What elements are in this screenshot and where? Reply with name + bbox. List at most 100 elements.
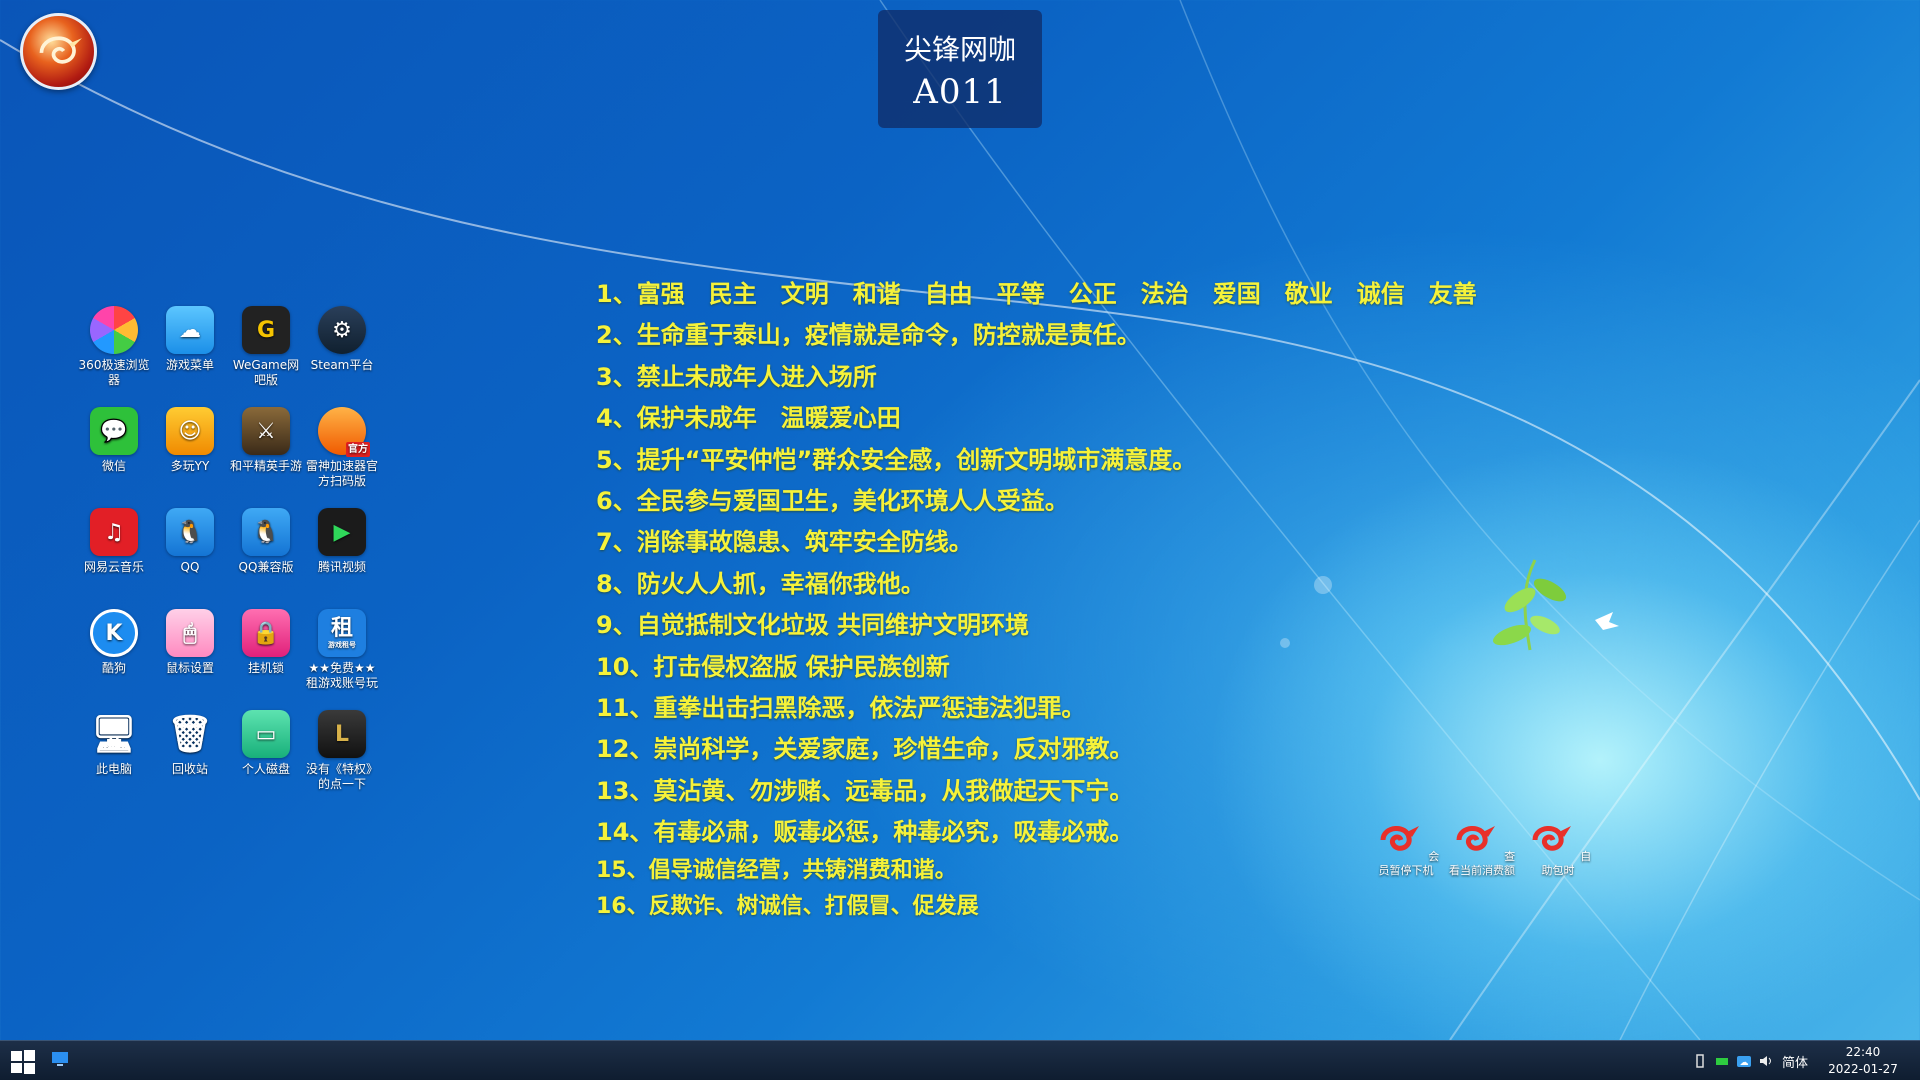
- svg-text:☁: ☁: [1740, 1058, 1749, 1068]
- privilege-icon: L: [318, 710, 366, 758]
- desktop-icon-wechat[interactable]: 💬 微信: [76, 407, 152, 474]
- seat-number: A011: [913, 72, 1007, 112]
- desktop-icon-rent-account[interactable]: 租 游戏租号 ★★免费★★租游戏账号玩: [304, 609, 380, 691]
- qq-icon: 🐧: [166, 508, 214, 556]
- slogan-item: 15、倡导诚信经营，共铸消费和谐。: [596, 858, 957, 884]
- desktop-icon-qq[interactable]: 🐧 QQ: [152, 508, 228, 575]
- ime-indicator[interactable]: 简体: [1782, 1052, 1808, 1071]
- desktop-icon-game-menu[interactable]: ☁ 游戏菜单: [152, 306, 228, 373]
- taskbar-clock[interactable]: 22:40 2022-01-27: [1820, 1044, 1906, 1078]
- slogan-item: 14、有毒必肃，贩毒必惩，种毒必究，吸毒必戒。: [596, 818, 1134, 847]
- desktop-icon-label: 挂机锁: [247, 661, 284, 675]
- desktop-icon-personal-disk[interactable]: ▭ 个人磁盘: [228, 710, 304, 777]
- slogan-item: 13、莫沾黄、勿涉赌、远毒品，从我做起天下宁。: [596, 776, 1134, 805]
- view-consumption-button[interactable]: 查看当前消费额: [1444, 818, 1520, 878]
- windows-start-icon[interactable]: [10, 1049, 36, 1075]
- slogan-item: 12、崇尚科学，关爱家庭，珍惜生命，反对邪教。: [596, 735, 1134, 764]
- game-menu-icon: ☁: [166, 306, 214, 354]
- netease-music-icon: ♫: [90, 508, 138, 556]
- desktop-icon-label: QQ: [180, 560, 200, 574]
- taskbar-app-icon[interactable]: [50, 1049, 70, 1069]
- rent-badge: 游戏租号: [328, 640, 356, 649]
- desktop-icon-netease-music[interactable]: ♫ 网易云音乐: [76, 508, 152, 575]
- desktop-icon-360-browser[interactable]: 360极速浏览器: [76, 306, 152, 388]
- desktop-icon-yy[interactable]: ☺ 多玩YY: [152, 407, 228, 474]
- system-tray: ☁ 简体 22:40 2022-01-27: [1690, 1041, 1920, 1080]
- kugou-icon: K: [90, 609, 138, 657]
- volume-icon[interactable]: [1758, 1053, 1774, 1069]
- desktop-icon-label: ★★免费★★租游戏账号玩: [305, 661, 378, 690]
- desktop-icon-mouse-settings[interactable]: 🖱 鼠标设置: [152, 609, 228, 676]
- slogan-list: 1、富强 民主 文明 和谐 自由 平等 公正 法治 爱国 敬业 诚信 友善 2、…: [596, 274, 1477, 925]
- usb-icon[interactable]: [1692, 1053, 1708, 1069]
- cafe-name: 尖锋网咖: [903, 33, 1016, 66]
- desktop-icon-label: Steam平台: [310, 358, 374, 372]
- desktop-icon-hang-lock[interactable]: 🔒 挂机锁: [228, 609, 304, 676]
- desktop-icon-recycle-bin[interactable]: 🗑 回收站: [152, 710, 228, 777]
- official-badge: 官方: [346, 442, 370, 457]
- desktop-icon-label: 回收站: [171, 762, 208, 776]
- slogan-item: 9、自觉抵制文化垃圾 共同维护文明环境: [596, 611, 1030, 640]
- qq-compat-icon: 🐧: [242, 508, 290, 556]
- desktop-icon-label: 此电脑: [95, 762, 132, 776]
- desktop-icon-label: 多玩YY: [170, 459, 210, 473]
- rent-account-icon: 租 游戏租号: [318, 609, 366, 657]
- seat-label-panel: 尖锋网咖 A011: [878, 10, 1042, 128]
- this-pc-icon: 🖥: [91, 713, 137, 755]
- pause-logout-button[interactable]: 会员暂停下机: [1368, 818, 1444, 878]
- desktop-icon-label: WeGame网吧版: [232, 358, 300, 387]
- slogan-item: 6、全民参与爱国卫生，美化环境人人受益。: [596, 486, 1069, 515]
- desktop-icon-label: 鼠标设置: [165, 661, 214, 675]
- desktop-icon-qq-compat[interactable]: 🐧 QQ兼容版: [228, 508, 304, 575]
- desktop-icon-pubg-mobile[interactable]: ⚔ 和平精英手游: [228, 407, 304, 474]
- slogan-item: 8、防火人人抓，幸福你我他。: [596, 569, 925, 598]
- cloud-icon[interactable]: ☁: [1736, 1053, 1752, 1069]
- tencent-video-icon: ▶: [318, 508, 366, 556]
- wegame-icon: G: [242, 306, 290, 354]
- steam-icon: ⚙: [318, 306, 366, 354]
- wechat-icon: 💬: [90, 407, 138, 455]
- leishen-accelerator-icon: 官方: [318, 407, 370, 457]
- desktop-icon-tencent-video[interactable]: ▶ 腾讯视频: [304, 508, 380, 575]
- slogan-item: 16、反欺诈、树诚信、打假冒、促发展: [596, 894, 979, 920]
- desktop-icon-wegame[interactable]: G WeGame网吧版: [228, 306, 304, 388]
- slogan-item: 1、富强 民主 文明 和谐 自由 平等 公正 法治 爱国 敬业 诚信 友善: [596, 280, 1477, 308]
- desktop-icon-label: 雷神加速器官方扫码版: [305, 459, 378, 488]
- desktop-icon-this-pc[interactable]: 🖥 此电脑: [76, 710, 152, 777]
- taskbar: ☁ 简体 22:40 2022-01-27: [0, 1040, 1920, 1080]
- desktop-icon-kugou[interactable]: K 酷狗: [76, 609, 152, 676]
- slogan-item: 3、禁止未成年人进入场所: [596, 362, 877, 391]
- network-icon[interactable]: [1714, 1053, 1730, 1069]
- desktop-icon-label: 酷狗: [101, 661, 126, 675]
- desktop-icon-label: 游戏菜单: [165, 358, 214, 372]
- desktop-icon-label: 微信: [101, 459, 126, 473]
- desktop-icon-leishen[interactable]: 官方 雷神加速器官方扫码版: [304, 407, 380, 489]
- rent-glyph: 租: [330, 615, 353, 641]
- desktop-icon-label: 腾讯视频: [317, 560, 366, 574]
- personal-disk-icon: ▭: [242, 710, 290, 758]
- slogan-item: 7、消除事故隐患、筑牢安全防线。: [596, 528, 973, 557]
- recycle-bin-icon: 🗑: [167, 713, 213, 755]
- self-package-button[interactable]: 自助包时: [1520, 818, 1596, 878]
- cafe-logo-icon: [20, 13, 97, 90]
- plant-decoration: [1493, 559, 1619, 651]
- mouse-settings-icon: 🖱: [166, 609, 214, 657]
- slogan-item: 4、保护未成年 温暖爱心田: [596, 404, 901, 433]
- desktop-icon-label: 360极速浏览器: [78, 358, 150, 387]
- desktop-icon-label: 个人磁盘: [241, 762, 290, 776]
- desktop-icon-privilege[interactable]: L 没有《特权》的点一下: [304, 710, 380, 792]
- view-consumption-icon: [1456, 826, 1495, 851]
- desktop-icon-label: 网易云音乐: [83, 560, 144, 574]
- desktop-icon-steam[interactable]: ⚙ Steam平台: [304, 306, 380, 373]
- slogan-item: 10、打击侵权盗版 保护民族创新: [596, 652, 950, 681]
- slogan-item: 5、提升“平安仲恺”群众安全感，创新文明城市满意度。: [596, 445, 1197, 474]
- slogan-item: 11、重拳出击扫黑除恶，依法严惩违法犯罪。: [596, 693, 1086, 722]
- pause-logout-icon: [1380, 826, 1419, 851]
- 360-browser-icon: [90, 306, 138, 354]
- slogan-item: 2、生命重于泰山，疫情就是命令，防控就是责任。: [596, 321, 1141, 350]
- hang-lock-icon: 🔒: [242, 609, 290, 657]
- pubg-mobile-icon: ⚔: [242, 407, 290, 455]
- clock-time: 22:40: [1845, 1045, 1881, 1059]
- desktop-icon-label: 没有《特权》的点一下: [305, 762, 378, 791]
- self-package-icon: [1532, 826, 1571, 851]
